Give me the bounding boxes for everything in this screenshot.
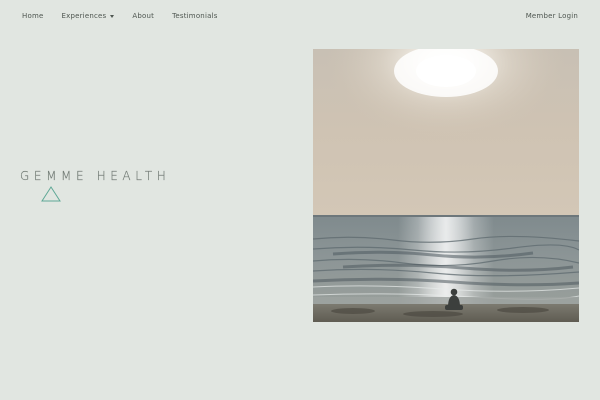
nav-item-about[interactable]: About: [132, 12, 154, 20]
nav-item-home[interactable]: Home: [22, 12, 43, 20]
triangle-icon: [41, 186, 61, 202]
nav-item-label: Testimonials: [172, 12, 218, 20]
nav-item-label: About: [132, 12, 155, 20]
nav-item-label: Home: [22, 12, 44, 20]
logo-text: GEMME HEALTH: [20, 169, 171, 183]
chevron-down-icon: [110, 15, 115, 18]
nav-item-label: Experiences: [61, 12, 107, 20]
hero-image: [313, 49, 579, 322]
nav-item-experiences[interactable]: Experiences: [61, 12, 115, 20]
page: Home Experiences About Testimonials Memb…: [0, 0, 600, 400]
nav-item-testimonials[interactable]: Testimonials: [172, 12, 218, 20]
main-nav: Home Experiences About Testimonials: [22, 12, 236, 20]
member-login-link[interactable]: Member Login: [526, 12, 578, 20]
beach-sunset-photo: [313, 49, 579, 322]
site-logo[interactable]: GEMME HEALTH: [20, 169, 171, 202]
